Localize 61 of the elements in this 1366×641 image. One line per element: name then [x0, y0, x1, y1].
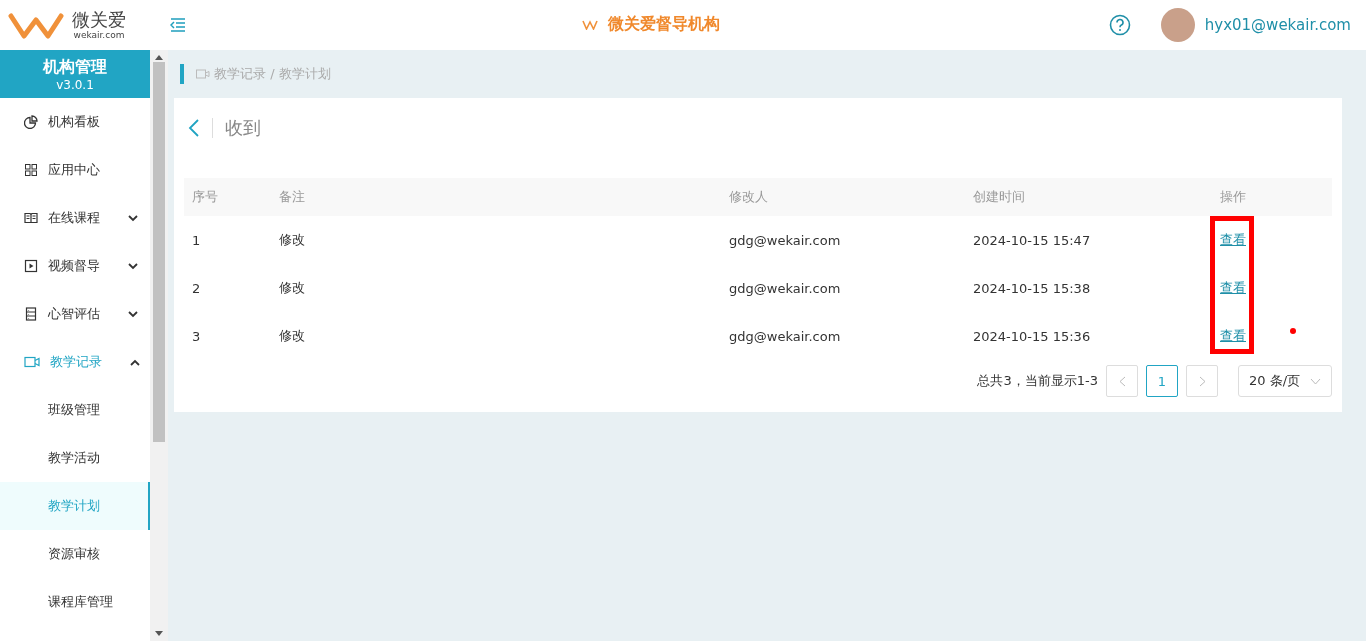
pie-chart-icon [24, 115, 38, 129]
sidebar-item[interactable]: 视频督导 [0, 242, 150, 290]
page-title: 收到 [225, 116, 261, 140]
chevron-down-icon [1310, 377, 1321, 385]
table-cell-text: 3 [191, 328, 202, 344]
table-cell-text: 2024-10-15 15:36 [973, 328, 1092, 344]
table-cell-text: 2024-10-15 15:47 [973, 232, 1092, 248]
column-header: 操作 [1220, 188, 1247, 206]
version-label: v3.0.1 [56, 77, 94, 92]
book-icon [24, 211, 38, 225]
play-icon [24, 259, 38, 273]
sidebar-subitem[interactable]: 课程库管理 [0, 578, 150, 626]
sidebar-subitem[interactable]: 班级管理 [0, 386, 150, 434]
table-cell-text: 1 [191, 232, 202, 248]
scrollbar[interactable] [150, 50, 168, 641]
app-title: 微关爱督导机构 [608, 14, 720, 35]
sidebar-item[interactable]: 机构看板 [0, 98, 150, 146]
video-camera-icon [24, 355, 40, 369]
column-header: 序号 [191, 188, 219, 206]
table-cell-text: 2 [191, 280, 202, 296]
table-cell-text: gdg@wekair.com [729, 328, 842, 344]
table-cell-text: 修改 [279, 231, 306, 249]
sidebar-subitem[interactable]: 资源审核 [0, 530, 150, 578]
scroll-up-icon [155, 55, 163, 60]
user-name[interactable]: hyx01@wekair.com [1204, 16, 1351, 34]
table-cell-text: 修改 [279, 279, 306, 297]
avatar[interactable] [1160, 8, 1195, 42]
scroll-down-icon [155, 631, 163, 636]
list-icon [24, 307, 38, 321]
view-link[interactable]: 查看 [1220, 232, 1246, 247]
pagination-summary: 总共3，当前显示1-3 [977, 372, 1098, 390]
back-icon[interactable] [188, 118, 200, 138]
logo-icon [8, 10, 64, 40]
sidebar-subitem[interactable]: 教学活动 [0, 434, 150, 482]
sidebar-item[interactable]: 在线课程 [0, 194, 150, 242]
chevron-right-icon [1198, 375, 1206, 387]
sidebar-item[interactable]: 应用中心 [0, 146, 150, 194]
column-header: 创建时间 [973, 188, 1026, 206]
logo-icon [582, 19, 598, 30]
menu-collapse-icon[interactable] [170, 18, 186, 32]
column-header: 备注 [279, 188, 306, 206]
chevron-left-icon [1118, 375, 1126, 387]
sidebar-item[interactable]: 心智评估 [0, 290, 150, 338]
grid-icon [24, 163, 38, 177]
breadcrumb: 教学记录 / 教学计划 [214, 65, 331, 83]
next-page-button[interactable] [1186, 365, 1218, 397]
table-cell-text: gdg@wekair.com [729, 232, 842, 248]
annotation-dot [1290, 328, 1296, 334]
page-size-select[interactable]: 20 条/页 [1238, 365, 1332, 397]
video-camera-icon [196, 68, 210, 80]
column-header: 修改人 [729, 188, 769, 206]
view-link[interactable]: 查看 [1220, 328, 1246, 343]
table-cell-text: 2024-10-15 15:38 [973, 280, 1092, 296]
sidebar-title: 机构管理 [43, 56, 107, 78]
table-cell-text: 修改 [279, 327, 306, 345]
table-cell-text: gdg@wekair.com [729, 280, 842, 296]
help-icon[interactable] [1108, 14, 1131, 36]
prev-page-button[interactable] [1106, 365, 1138, 397]
view-link[interactable]: 查看 [1220, 280, 1246, 295]
logo-text: 微关爱 [72, 10, 126, 30]
logo-domain: wekair.com [73, 30, 125, 40]
